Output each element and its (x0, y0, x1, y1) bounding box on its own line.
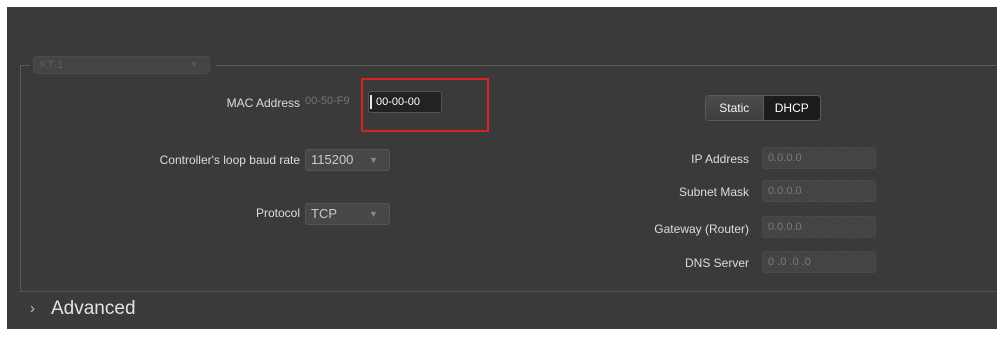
ip-address-label: IP Address (691, 152, 749, 166)
highlight-annotation (361, 78, 489, 132)
group-selector[interactable]: KT-1 ▼ (33, 56, 210, 74)
dns-server-label: DNS Server (684, 256, 749, 270)
mac-address-label: MAC Address (226, 96, 300, 110)
baud-rate-label: Controller's loop baud rate (159, 153, 300, 167)
chevron-down-icon: ▼ (369, 155, 378, 165)
advanced-label: Advanced (51, 298, 136, 319)
baud-rate-dropdown[interactable]: 115200 ▼ (305, 149, 390, 171)
group-frame-left (20, 65, 21, 292)
chevron-down-icon: ▼ (190, 60, 198, 69)
subnet-mask-label: Subnet Mask (678, 185, 749, 199)
chevron-right-icon: › (30, 300, 35, 317)
group-frame-bottom (20, 291, 997, 292)
group-frame-top-right (216, 65, 997, 66)
protocol-dropdown[interactable]: TCP ▼ (305, 203, 390, 225)
ip-mode-toggle[interactable]: Static DHCP (705, 95, 821, 121)
chevron-down-icon: ▼ (369, 209, 378, 219)
ip-address-input[interactable]: 0.0.0.0 (762, 147, 876, 169)
group-frame-top-left (20, 65, 30, 66)
gateway-label: Gateway (Router) (654, 222, 749, 236)
protocol-label: Protocol (255, 206, 300, 220)
mac-prefix: 00-50-F9 (305, 95, 350, 107)
gateway-input[interactable]: 0.0.0.0 (762, 216, 876, 238)
static-button[interactable]: Static (706, 96, 764, 120)
group-selector-value: KT-1 (40, 59, 64, 71)
dns-server-input[interactable]: 0 .0 .0 .0 (762, 251, 876, 273)
baud-rate-value: 115200 (311, 152, 354, 167)
dhcp-button[interactable]: DHCP (763, 96, 820, 120)
protocol-value: TCP (311, 206, 337, 221)
subnet-mask-input[interactable]: 0.0.0.0 (762, 180, 876, 202)
